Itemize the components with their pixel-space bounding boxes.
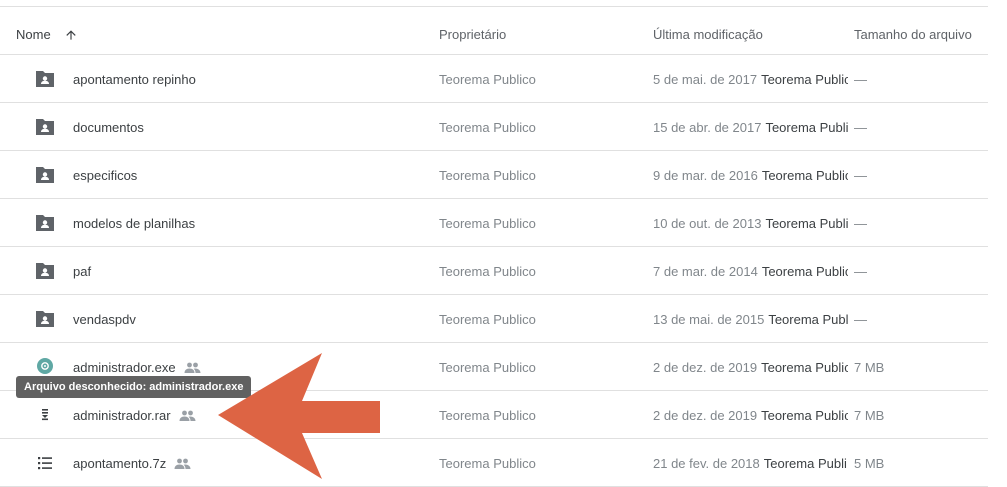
annotation-arrow bbox=[218, 353, 380, 479]
